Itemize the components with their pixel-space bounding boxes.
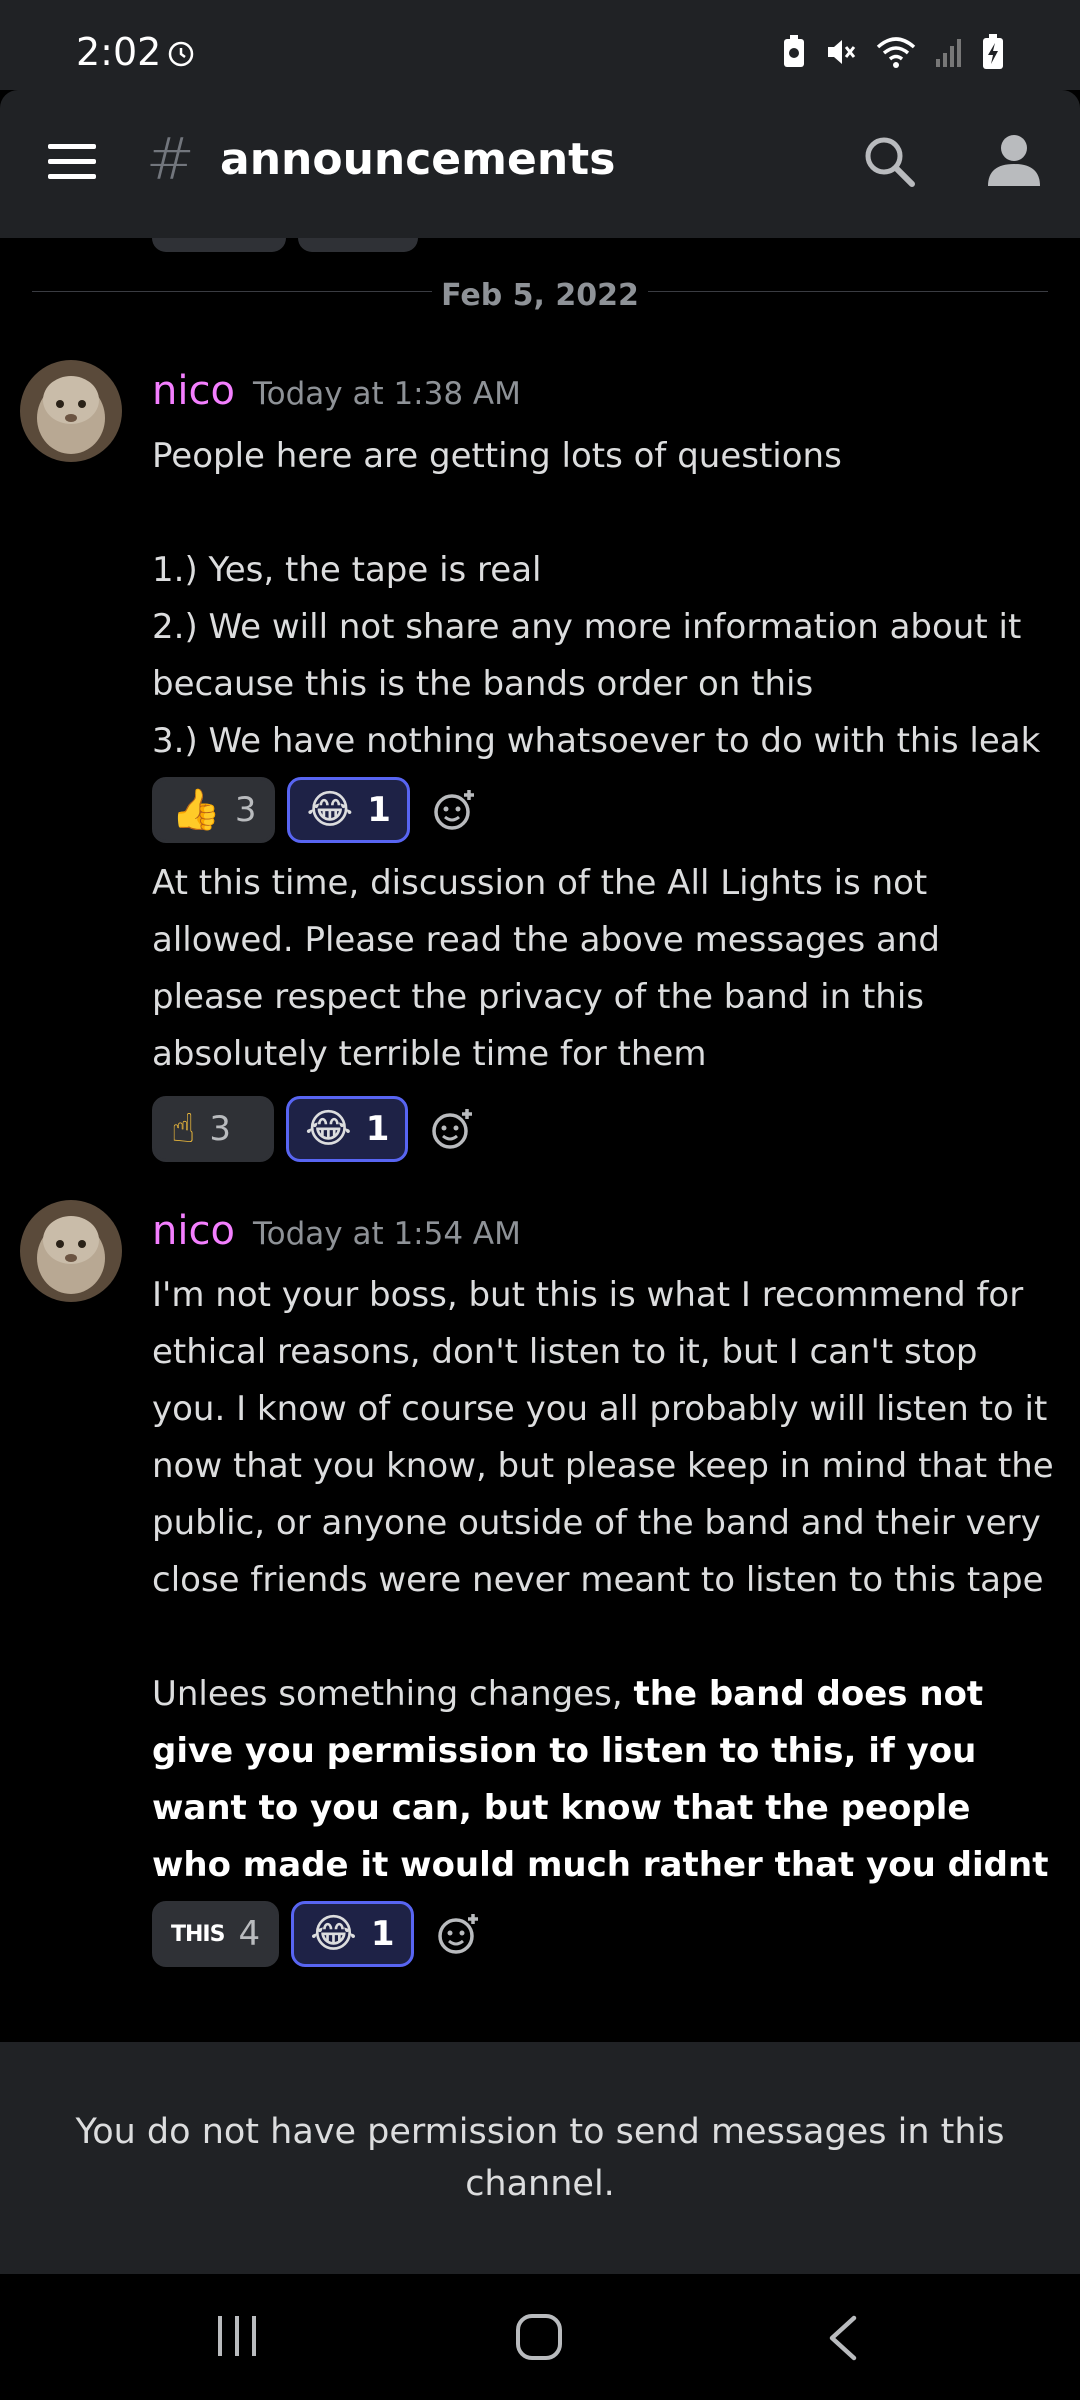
status-icons <box>782 34 1004 70</box>
wifi-icon <box>876 37 916 68</box>
avatar[interactable] <box>20 360 122 462</box>
message-timestamp: Today at 1:54 AM <box>252 1216 521 1252</box>
cat-avatar-icon <box>20 360 122 462</box>
mute-icon <box>828 40 856 64</box>
message-line: At this time, discussion of the All Ligh… <box>152 863 940 1074</box>
joy-icon: 😂 <box>306 787 354 833</box>
message-text-plain: Unlees something changes, <box>152 1674 634 1714</box>
channel-hash-icon: # <box>146 125 195 193</box>
members-icon[interactable] <box>984 132 1044 188</box>
message-content: People here are getting lots of question… <box>152 428 1057 770</box>
avatar[interactable] <box>20 1200 122 1302</box>
message-content: At this time, discussion of the All Ligh… <box>152 855 1057 1083</box>
reaction-joy[interactable]: 😂 1 <box>286 1096 409 1162</box>
author-name[interactable]: nico <box>152 368 235 414</box>
date-divider-label: Feb 5, 2022 <box>441 278 639 313</box>
reaction-point-up[interactable]: ☝ 3 <box>152 1096 274 1162</box>
date-divider: Feb 5, 2022 <box>32 278 1048 313</box>
author-name[interactable]: nico <box>152 1208 235 1254</box>
message-line: People here are getting lots of question… <box>152 436 842 476</box>
reaction-count: 3 <box>234 790 257 830</box>
add-reaction-button[interactable] <box>422 777 488 843</box>
signal-icon <box>936 39 961 67</box>
add-reaction-icon <box>437 1914 478 1954</box>
message-line: 2.) We will not share any more informati… <box>152 607 1022 704</box>
add-reaction-icon <box>432 1109 473 1149</box>
thumbs-up-icon: 👍 <box>171 787 221 833</box>
channel-title[interactable]: announcements <box>220 134 615 185</box>
reaction-bar: ☝ 3 😂 1 <box>152 1096 486 1162</box>
message-line: 1.) Yes, the tape is real <box>152 550 542 590</box>
joy-icon: 😂 <box>305 1106 352 1152</box>
battery-saver-icon <box>784 35 804 67</box>
reaction-count: 4 <box>238 1914 261 1954</box>
message-timestamp: Today at 1:38 AM <box>252 376 521 412</box>
cat-avatar-icon <box>20 1200 122 1302</box>
hamburger-menu-icon[interactable] <box>46 142 98 182</box>
reaction-joy[interactable]: 😂 1 <box>291 1901 414 1967</box>
back-icon[interactable] <box>824 2314 860 2362</box>
message-paragraph: I'm not your boss, but this is what I re… <box>152 1275 1054 1600</box>
message-line: 3.) We have nothing whatsoever to do wit… <box>152 721 1041 761</box>
message-header: nico Today at 1:54 AM <box>152 1208 521 1254</box>
add-reaction-button[interactable] <box>426 1901 492 1967</box>
add-reaction-button[interactable] <box>420 1096 486 1162</box>
battery-icon <box>983 34 1003 69</box>
message-list[interactable]: Feb 5, 2022 nico Today at 1:38 AM People… <box>0 238 1080 2042</box>
reaction-thumbs-up[interactable]: 👍 3 <box>152 777 276 843</box>
status-bar: 2:02 <box>0 0 1080 90</box>
reaction-this[interactable]: THIS 4 <box>152 1901 280 1967</box>
reaction-joy[interactable]: 😂 1 <box>287 777 410 843</box>
recents-icon[interactable] <box>214 2314 260 2358</box>
reaction-count: 1 <box>370 1914 395 1954</box>
search-icon[interactable] <box>862 134 916 188</box>
reaction-count: 1 <box>367 790 391 830</box>
no-permission-banner: You do not have permission to send messa… <box>0 2042 1080 2274</box>
reaction-count: 1 <box>365 1109 390 1149</box>
point-up-icon: ☝ <box>171 1106 196 1152</box>
joy-icon: 😂 <box>310 1911 357 1957</box>
reaction-bar: THIS 4 😂 1 <box>152 1901 492 1967</box>
status-time: 2:02 <box>76 30 162 74</box>
system-nav-bar <box>0 2274 1080 2400</box>
reaction-count: 3 <box>209 1109 231 1149</box>
message-paragraph: Unlees something changes, the band does … <box>152 1666 1057 1894</box>
add-reaction-icon <box>434 790 474 830</box>
home-icon[interactable] <box>514 2312 564 2362</box>
previous-reactions <box>152 238 418 252</box>
reaction-bar: 👍 3 😂 1 <box>152 777 488 843</box>
message-content: I'm not your boss, but this is what I re… <box>152 1267 1057 1894</box>
alarm-icon <box>168 41 194 67</box>
message-header: nico Today at 1:38 AM <box>152 368 521 414</box>
this-emoji-icon: THIS <box>171 1921 225 1947</box>
channel-header: # announcements <box>0 90 1080 238</box>
no-permission-text: You do not have permission to send messa… <box>75 2112 1005 2204</box>
